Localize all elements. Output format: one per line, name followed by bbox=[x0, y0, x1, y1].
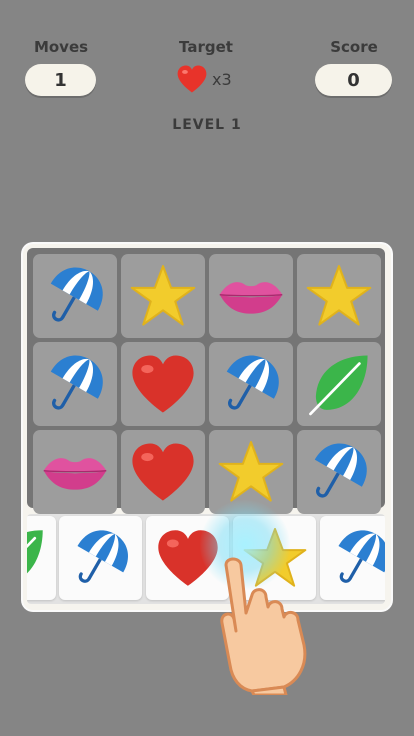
leaf-icon bbox=[27, 530, 43, 573]
score-label: Score bbox=[330, 38, 378, 56]
tile-umbrella[interactable] bbox=[33, 342, 117, 426]
tile-star[interactable] bbox=[297, 254, 381, 338]
target-label: Target bbox=[179, 38, 233, 56]
tile-umbrella[interactable] bbox=[297, 430, 381, 514]
umbrella-icon bbox=[50, 355, 103, 410]
moves-counter: 1 bbox=[25, 64, 96, 96]
tile-heart[interactable] bbox=[121, 430, 205, 514]
level-indicator: LEVEL 1 bbox=[172, 117, 242, 133]
score-counter: 0 bbox=[315, 64, 392, 96]
tile-lips[interactable] bbox=[209, 254, 293, 338]
tile-leaf[interactable] bbox=[297, 342, 381, 426]
heart-icon bbox=[132, 355, 194, 413]
heart-icon bbox=[132, 443, 194, 501]
star-icon bbox=[130, 265, 196, 326]
heart-icon bbox=[177, 65, 207, 93]
tile-star[interactable] bbox=[121, 254, 205, 338]
umbrella-icon bbox=[50, 267, 103, 322]
tile-umbrella[interactable] bbox=[33, 254, 117, 338]
umbrella-icon bbox=[76, 530, 128, 583]
target-goal: x3 bbox=[176, 62, 256, 96]
target-count: x3 bbox=[212, 69, 232, 89]
umbrella-icon bbox=[314, 443, 367, 498]
active-row-tile-leaf[interactable] bbox=[27, 516, 56, 600]
hand-pointer-icon bbox=[220, 557, 307, 695]
umbrella-icon bbox=[337, 530, 385, 583]
umbrella-icon bbox=[226, 355, 279, 410]
star-icon bbox=[306, 265, 372, 326]
star-icon bbox=[218, 441, 284, 502]
lips-icon bbox=[219, 282, 283, 314]
active-row-tile-umbrella[interactable] bbox=[59, 516, 142, 600]
lips-icon bbox=[43, 458, 107, 490]
leaf-icon bbox=[309, 355, 368, 416]
tile-heart[interactable] bbox=[121, 342, 205, 426]
tile-umbrella[interactable] bbox=[209, 342, 293, 426]
tile-lips[interactable] bbox=[33, 430, 117, 514]
moves-label: Moves bbox=[33, 38, 89, 56]
